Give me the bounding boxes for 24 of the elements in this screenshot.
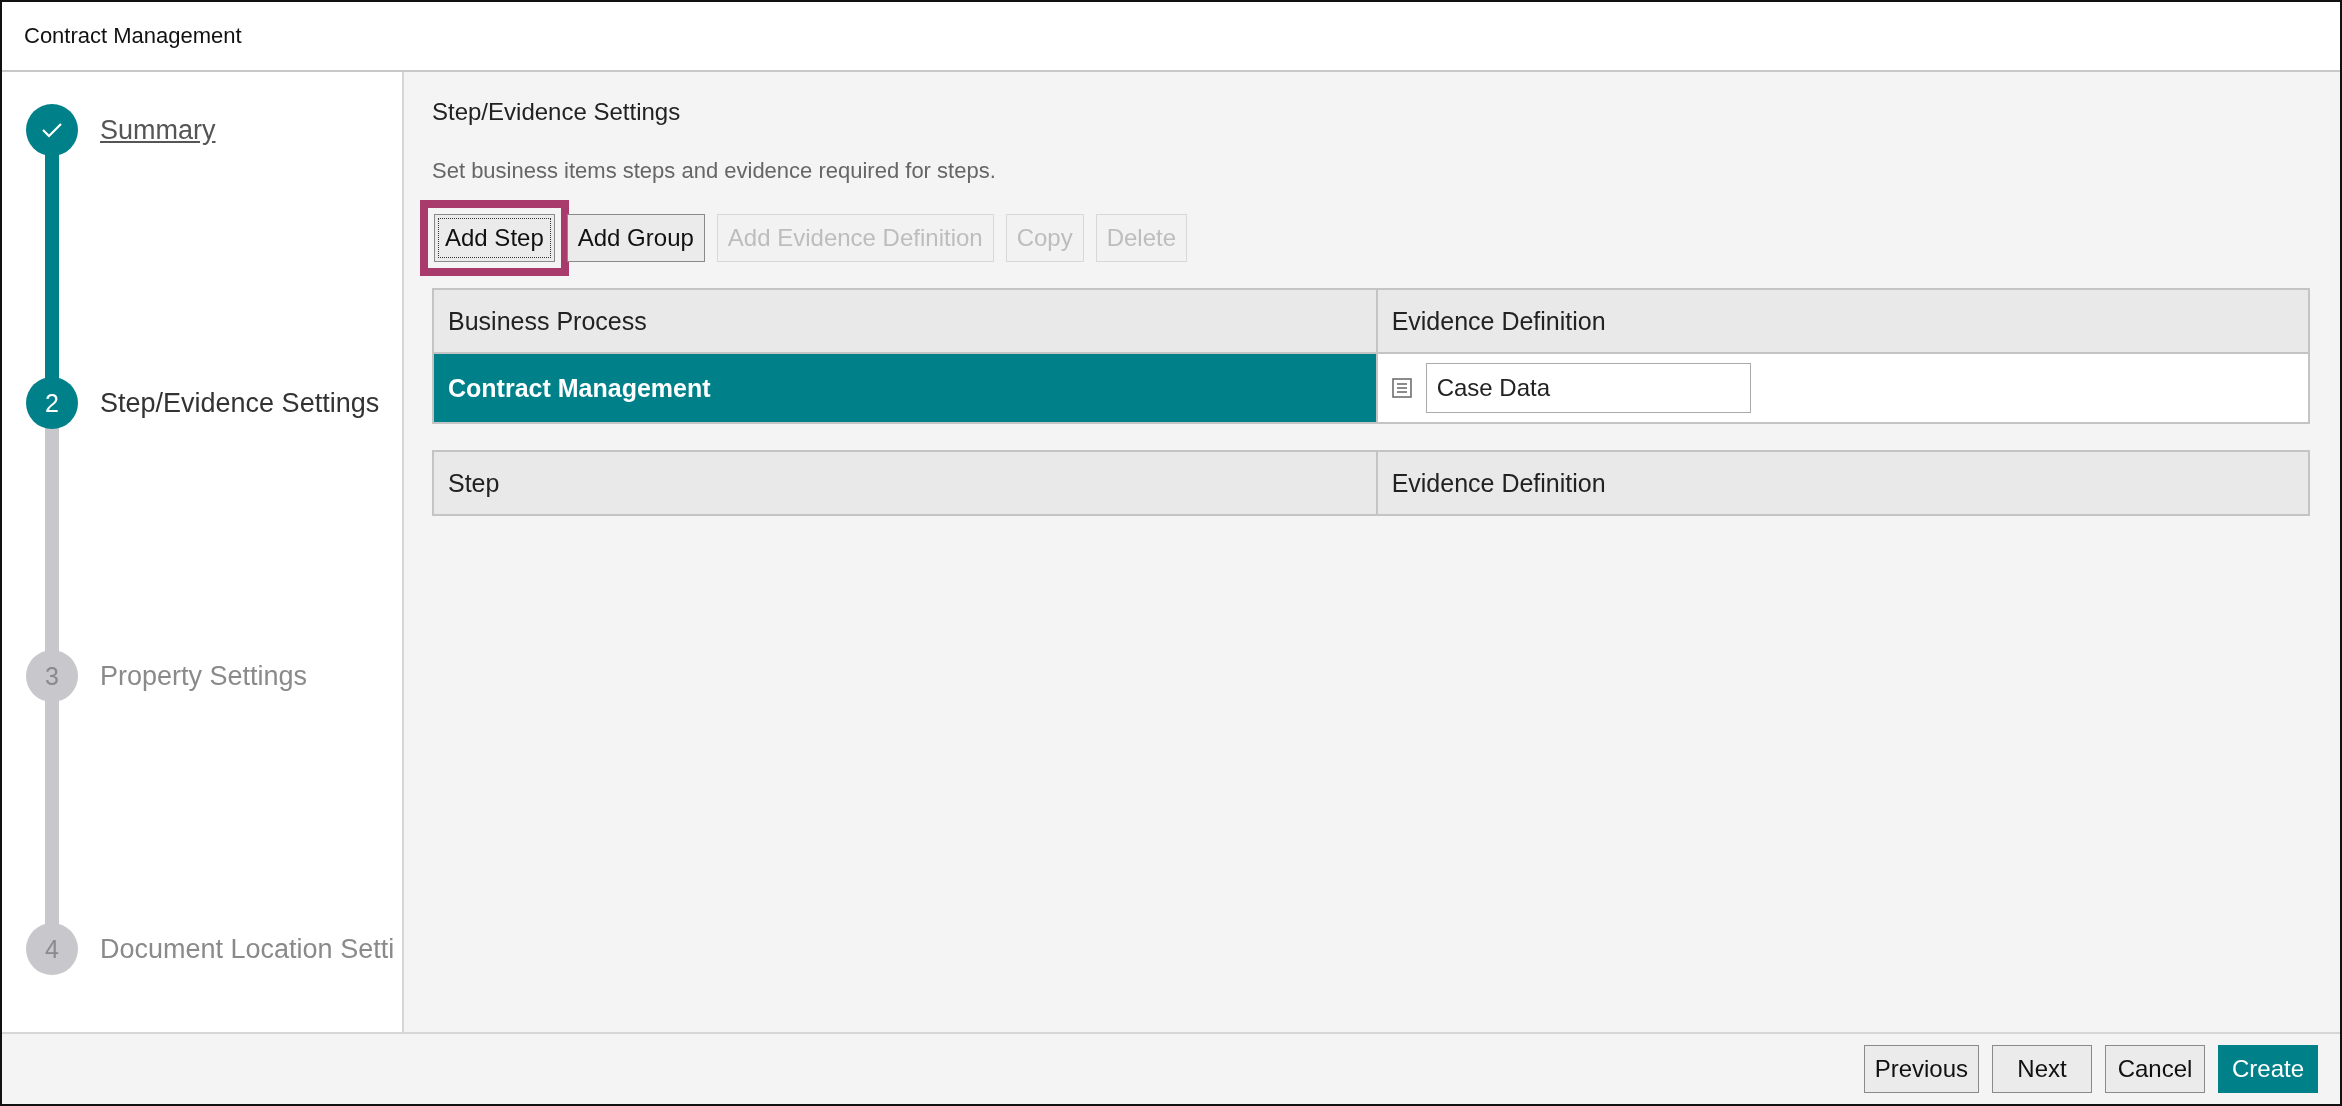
step-label: Document Location Setti: [100, 933, 395, 966]
step-marker: 4: [26, 923, 78, 975]
window-title: Contract Management: [24, 23, 242, 49]
step-marker: 2: [26, 377, 78, 429]
footer-button[interactable]: Next: [1992, 1045, 2092, 1093]
table-cell[interactable]: Contract Management: [433, 353, 1377, 423]
step-marker: 3: [26, 650, 78, 702]
toolbar-button[interactable]: Add Step: [434, 214, 555, 262]
footer-button[interactable]: Cancel: [2105, 1045, 2205, 1093]
column-header: Step: [433, 451, 1377, 515]
footer-button[interactable]: Create: [2218, 1045, 2318, 1093]
step-label: Step/Evidence Settings: [100, 387, 380, 420]
step-label: Property Settings: [100, 660, 308, 693]
section-description: Set business items steps and evidence required for steps.: [432, 158, 997, 184]
column-header: Business Process: [433, 289, 1377, 353]
column-header: Evidence Definition: [1376, 289, 2309, 353]
toolbar-button[interactable]: Add Group: [566, 214, 705, 262]
list-icon[interactable]: [1391, 378, 1412, 398]
evidence-field[interactable]: Case Data: [1425, 363, 1751, 413]
step-link[interactable]: Summary: [100, 104, 216, 156]
footer-button[interactable]: Previous: [1863, 1045, 1979, 1093]
checkmark-icon: [41, 122, 63, 138]
column-header: Evidence Definition: [1376, 451, 2309, 515]
section-title: Step/Evidence Settings: [432, 97, 682, 127]
